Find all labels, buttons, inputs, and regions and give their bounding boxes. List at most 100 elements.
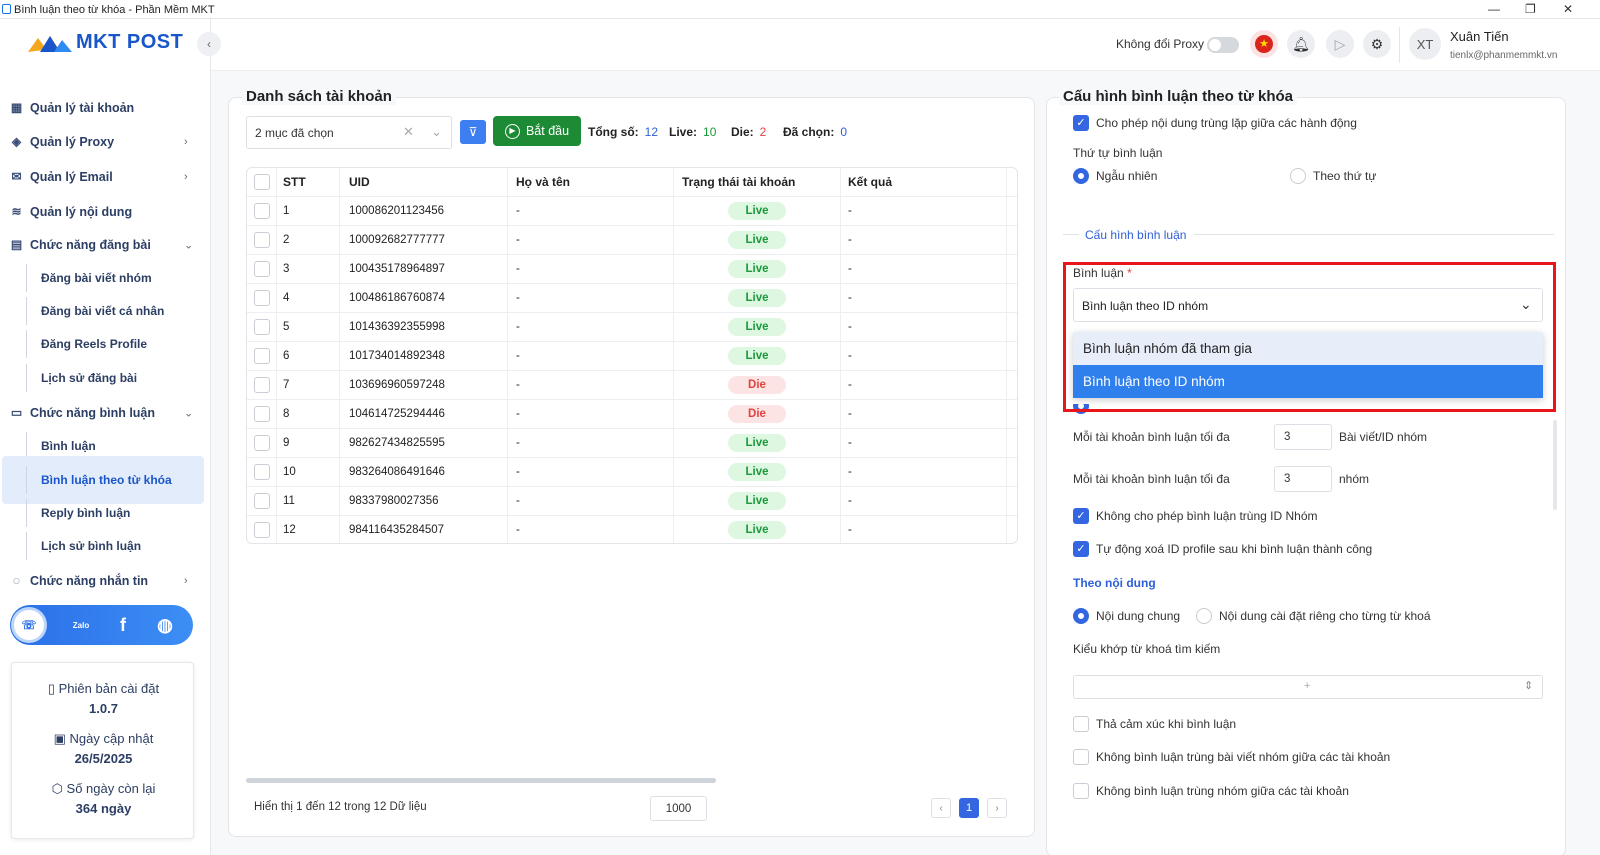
column-header[interactable]: Họ và tên [508,168,674,197]
table-row[interactable]: 6 101734014892348- Live - [247,342,1017,371]
nav-sub-comment-history[interactable]: Lịch sử bình luận [0,532,211,560]
table-row[interactable]: 9 982627434825595- Live - [247,429,1017,458]
row-checkbox[interactable] [254,377,270,393]
days-value: 364 ngày [75,801,132,816]
nav-accounts[interactable]: ▦ Quản lý tài khoản [0,98,211,118]
page-button[interactable]: 1 [959,798,979,818]
row-checkbox[interactable] [254,522,270,538]
nav-email[interactable]: ✉ Quản lý Email › [0,167,211,187]
maximize-button[interactable]: ❐ [1525,2,1536,16]
cell-result: - [841,313,1007,342]
table-scrollbar[interactable] [246,778,716,783]
row-check-cell [247,371,277,400]
nav-proxy[interactable]: ◈ Quản lý Proxy › [0,132,211,152]
row-checkbox[interactable] [254,232,270,248]
cell-status: Live [674,516,841,543]
nav-content[interactable]: ≋ Quản lý nội dung [0,202,211,222]
status-badge: Live [728,318,786,336]
order-label: Thứ tự bình luận [1073,146,1163,160]
select-all-checkbox[interactable] [254,174,270,190]
support-icon[interactable]: ☏ [14,610,44,640]
reaction-checkbox[interactable] [1073,716,1089,732]
row-checkbox[interactable] [254,319,270,335]
facebook-icon[interactable]: f [108,610,138,640]
cell-overflow [1007,371,1017,400]
order-random-radio[interactable] [1073,168,1089,184]
table-row[interactable]: 4 100486186760874- Live - [247,284,1017,313]
proxy-toggle[interactable] [1207,37,1239,53]
max-posts-input[interactable]: 3 [1274,424,1332,450]
nav-sub-reels[interactable]: Đăng Reels Profile [0,330,211,358]
config-scrollbar[interactable] [1553,420,1557,510]
stat-die-label: Die: [731,125,754,139]
row-checkbox[interactable] [254,261,270,277]
prev-page-button[interactable]: ‹ [931,798,951,818]
column-header[interactable]: UID [340,168,508,197]
row-checkbox[interactable] [254,493,270,509]
nav-posting[interactable]: ▤ Chức năng đăng bài ⌄ [0,235,211,255]
row-checkbox[interactable] [254,290,270,306]
nav-messaging[interactable]: ◌ Chức năng nhắn tin › [0,571,211,591]
cell-overflow [1007,255,1017,284]
avatar[interactable]: XT [1409,28,1441,60]
row-checkbox[interactable] [254,203,270,219]
brand-logo[interactable]: MKT POST [28,31,183,54]
no-duplicate-id-checkbox[interactable]: ✓ [1073,508,1089,524]
vietnam-flag-icon[interactable]: ★ [1250,30,1278,58]
clear-icon[interactable]: ✕ [403,124,414,140]
table-row[interactable]: 2 100092682777777- Live - [247,226,1017,255]
table-row[interactable]: 8 104614725294446- Die - [247,400,1017,429]
stat-total-label: Tổng số: [588,125,639,139]
globe-icon[interactable]: ◍ [150,610,180,640]
table-row[interactable]: 5 101436392355998- Live - [247,313,1017,342]
column-header[interactable]: Trạng thái tài khoản [674,168,841,197]
content-common-radio[interactable] [1073,608,1089,624]
collapse-sidebar-button[interactable]: ‹ [197,32,221,56]
column-header[interactable]: STT [277,168,340,197]
page-size-select[interactable]: 1000 [650,796,707,821]
comment-config-heading: Cấu hình bình luận [1085,228,1187,242]
row-check-cell [247,284,277,313]
nav-sub-personal-post[interactable]: Đăng bài viết cá nhân [0,297,211,325]
match-type-select[interactable]: + ⇕ [1073,675,1543,699]
next-page-button[interactable]: › [987,798,1007,818]
row-checkbox[interactable] [254,406,270,422]
gear-icon[interactable]: ⚙ [1363,30,1391,58]
account-select-value: 2 mục đã chọn [255,126,334,140]
row-checkbox[interactable] [254,435,270,451]
allow-duplicate-checkbox[interactable]: ✓ [1073,115,1089,131]
no-dup-post-checkbox[interactable] [1073,749,1089,765]
app-icon [2,4,11,14]
row-checkbox[interactable] [254,348,270,364]
start-button[interactable]: ▶ Bắt đầu [493,116,581,146]
table-row[interactable]: 7 103696960597248- Die - [247,371,1017,400]
table-row[interactable]: 3 100435178964897- Live - [247,255,1017,284]
cell-overflow [1007,458,1017,487]
play-icon[interactable]: ▷ [1326,30,1354,58]
divider [1194,234,1554,235]
nav-commenting[interactable]: ▭ Chức năng bình luận ⌄ [0,403,211,423]
bell-icon[interactable]: 🔔︎ [1287,30,1315,58]
nav-sub-group-post[interactable]: Đăng bài viết nhóm [0,264,211,292]
content-custom-radio[interactable] [1196,608,1212,624]
nav-sub-comment-keyword[interactable]: Bình luận theo từ khóa [0,456,211,504]
nav-sub-reply[interactable]: Reply bình luận [0,499,211,527]
row-checkbox[interactable] [254,464,270,480]
table-row[interactable]: 10 983264086491646- Live - [247,458,1017,487]
account-select[interactable]: 2 mục đã chọn ✕ ⌄ [246,116,452,149]
table-row[interactable]: 11 98337980027356- Live - [247,487,1017,516]
order-sequence-radio[interactable] [1290,168,1306,184]
no-dup-group-checkbox[interactable] [1073,783,1089,799]
close-window-button[interactable]: ✕ [1563,2,1573,16]
auto-delete-checkbox[interactable]: ✓ [1073,541,1089,557]
minimize-button[interactable]: — [1488,2,1500,16]
filter-off-button[interactable]: ⊽ [460,120,486,144]
nav-sub-post-history[interactable]: Lịch sử đăng bài [0,364,211,392]
zalo-icon[interactable]: Zalo [66,610,96,640]
table-row[interactable]: 1 100086201123456- Live - [247,197,1017,226]
max-groups-input[interactable]: 3 [1274,466,1332,492]
stat-die: Die: 2 [731,125,766,139]
table-row[interactable]: 12 984116435284507- Live - [247,516,1017,543]
nav-sub-comment[interactable]: Bình luận [0,432,211,460]
column-header[interactable]: Kết quả [841,168,1007,197]
